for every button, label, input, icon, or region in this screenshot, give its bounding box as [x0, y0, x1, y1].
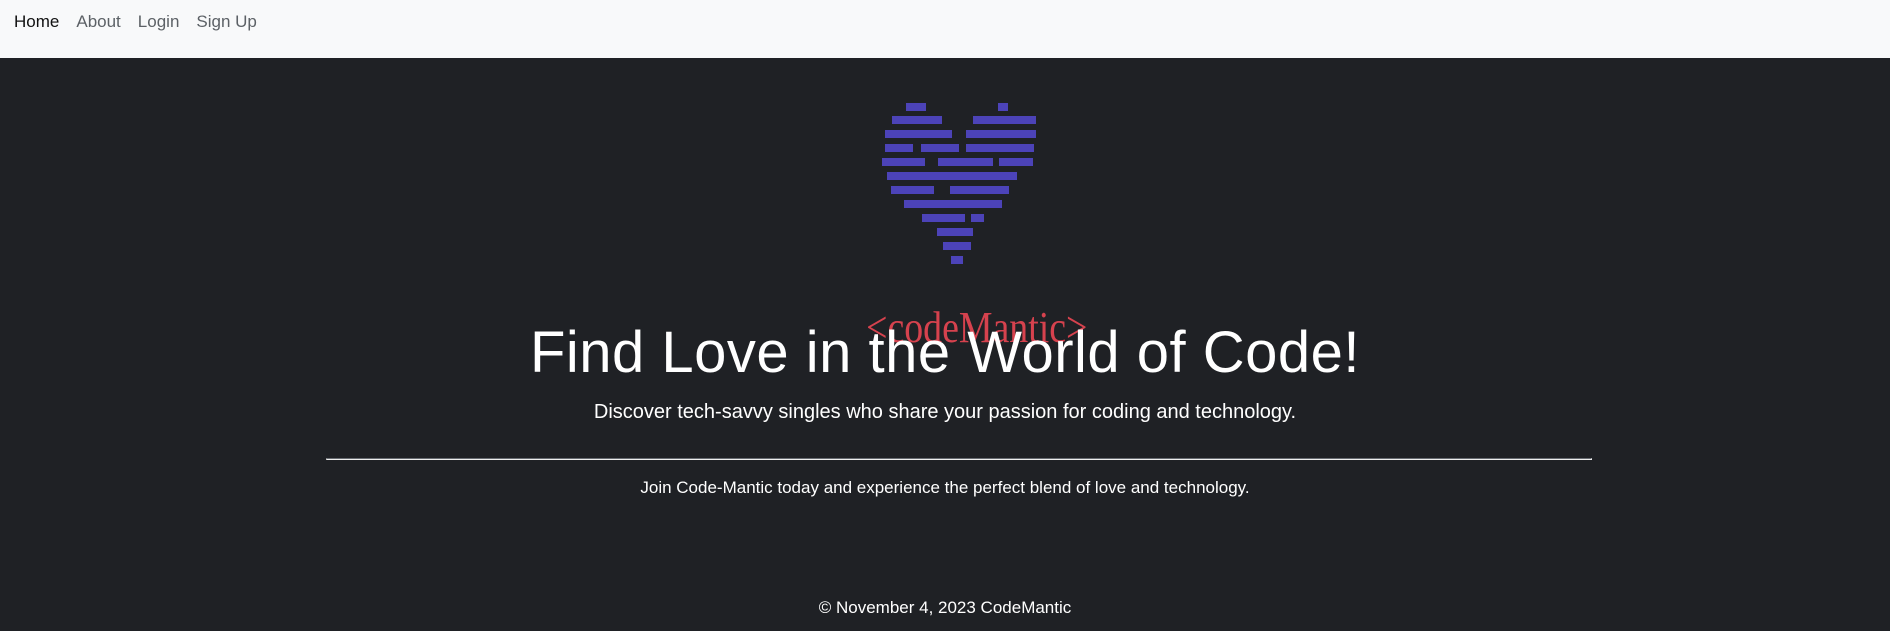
- codemantic-logo: <codeMantic>: [850, 103, 1087, 352]
- hero-section: <codeMantic> Find Love in the World of C…: [0, 58, 1890, 631]
- nav-link-login[interactable]: Login: [138, 12, 180, 32]
- join-text: Join Code-Mantic today and experience th…: [640, 478, 1250, 497]
- nav-link-home[interactable]: Home: [14, 12, 59, 32]
- nav-link-signup[interactable]: Sign Up: [196, 12, 256, 32]
- nav-links: Home About Login Sign Up: [14, 12, 274, 32]
- hero-lead: Discover tech-savvy singles who share yo…: [593, 401, 1297, 423]
- hero-headline: Find Love in the World of Code!: [529, 320, 1361, 385]
- section-divider: [326, 458, 1592, 460]
- nav-link-about[interactable]: About: [76, 12, 120, 32]
- top-navbar: Home About Login Sign Up: [0, 0, 1890, 58]
- pixel-heart-icon: [882, 103, 1036, 264]
- footer-copyright: © November 4, 2023 CodeMantic: [818, 598, 1072, 617]
